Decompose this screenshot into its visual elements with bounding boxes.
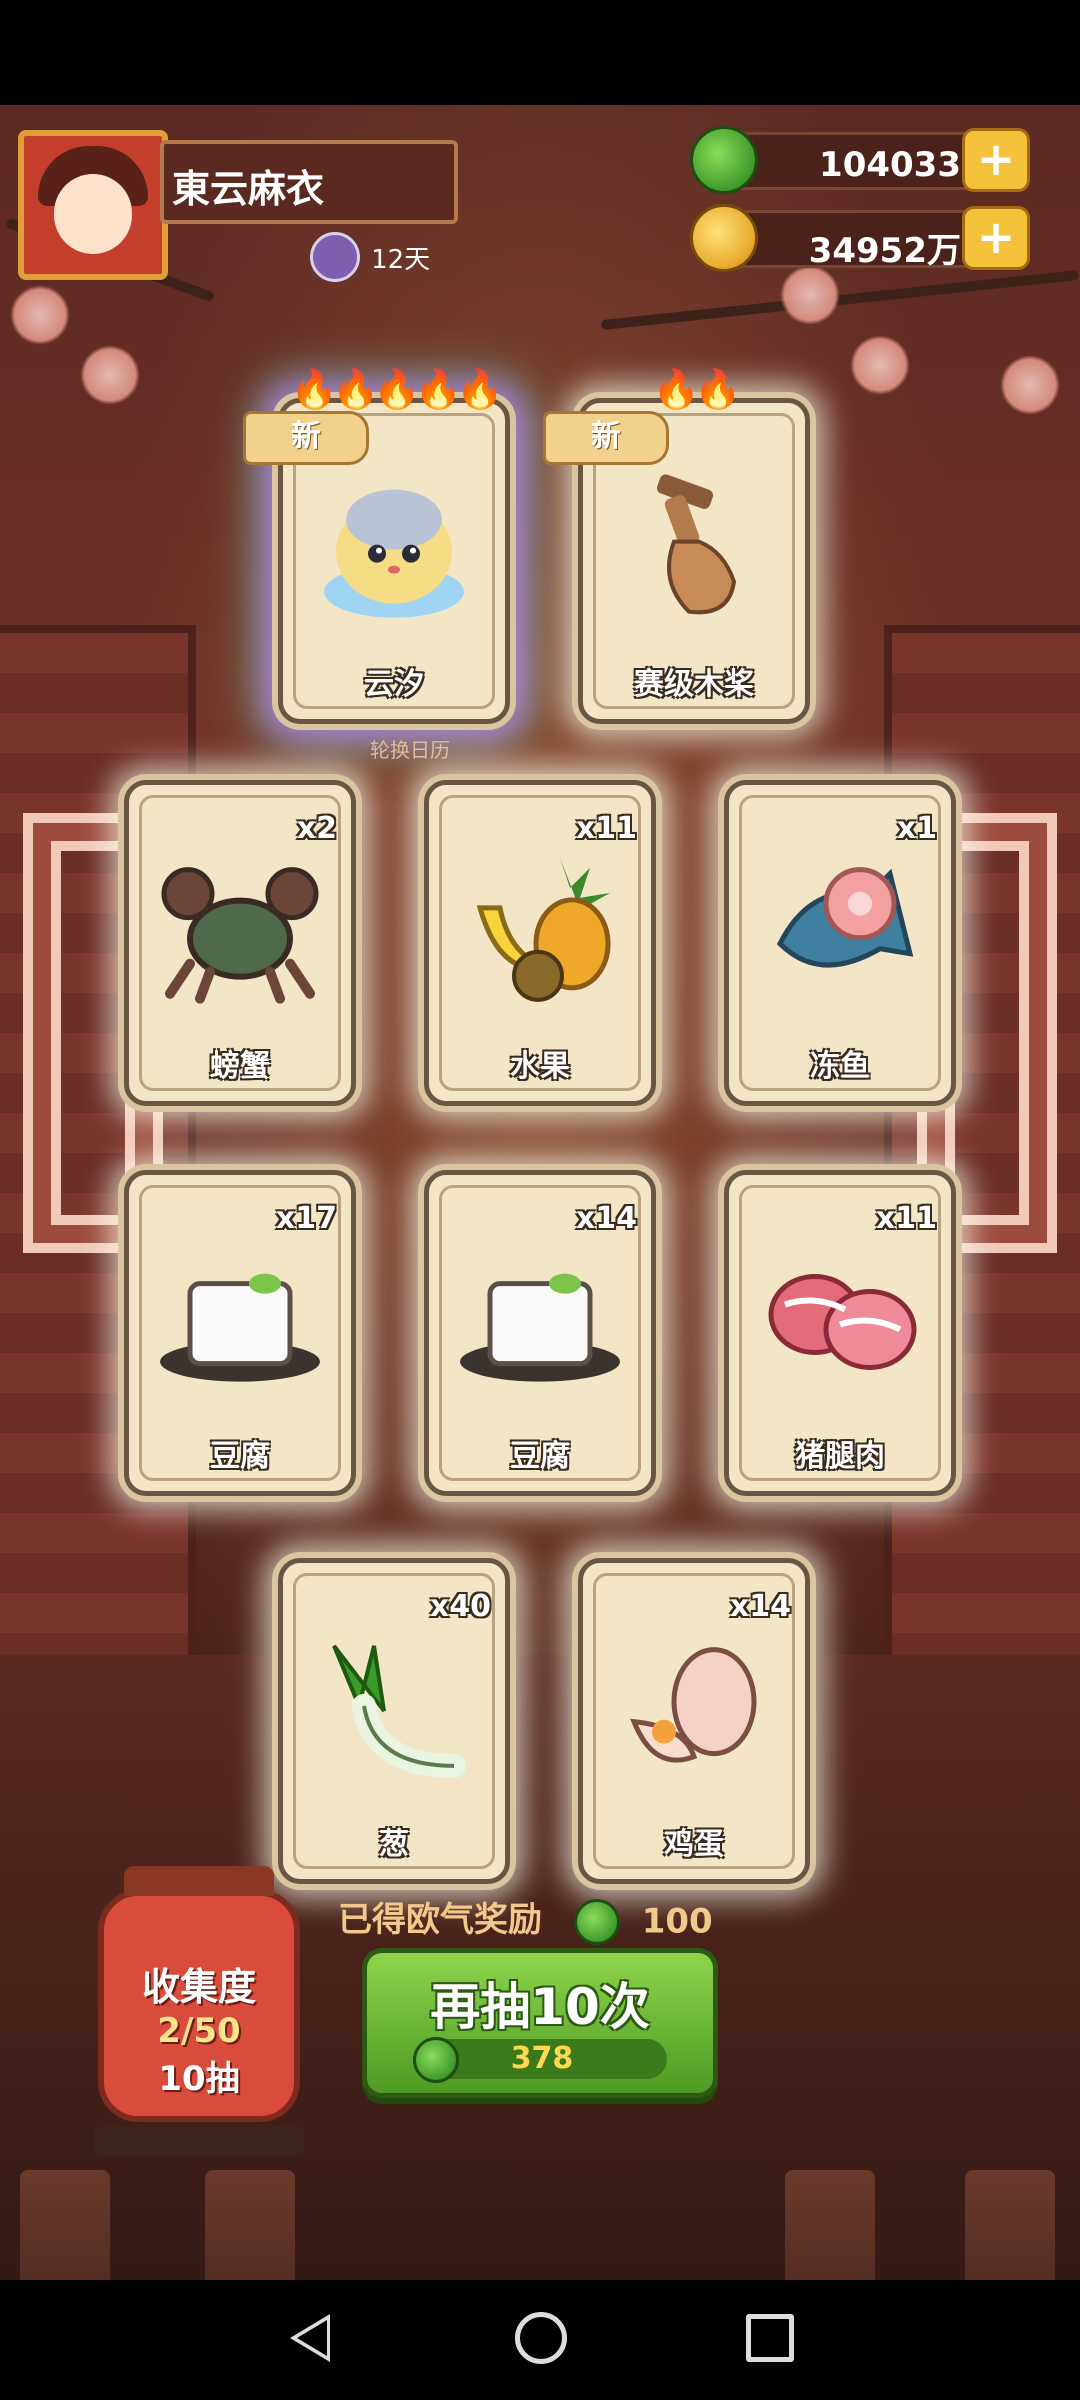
card-count: x1	[896, 811, 937, 846]
result-card-tofu-2[interactable]: x14 豆腐	[424, 1170, 656, 1496]
collection-pulls: 10抽	[158, 2059, 240, 2099]
jade-coin-icon	[690, 126, 758, 194]
collection-progress: 2/50	[157, 2011, 241, 2051]
home-icon[interactable]	[515, 2312, 567, 2364]
card-label: 云汐	[364, 667, 424, 702]
jade-amount: 104033	[819, 145, 961, 185]
pork-leg-icon	[755, 1249, 925, 1393]
draw-cost-value: 378	[510, 2041, 574, 2076]
luck-reward-info: 已得欧气奖励 100	[338, 1892, 713, 1945]
login-days: 12天	[310, 232, 430, 282]
gold-coin-icon	[690, 204, 758, 272]
player-avatar[interactable]	[18, 130, 168, 280]
result-card-featured-2[interactable]: 🔥🔥 新 赛级木桨	[543, 367, 810, 724]
card-label: 葱	[379, 1827, 409, 1862]
back-icon[interactable]	[290, 2314, 330, 2362]
card-count: x11	[875, 1201, 937, 1236]
card-count: x2	[296, 811, 337, 846]
result-card-scallion[interactable]: x40 葱	[278, 1558, 510, 1884]
draw-again-button[interactable]: 再抽10次 378	[362, 1948, 718, 2098]
recent-apps-icon[interactable]	[746, 2314, 794, 2362]
card-count: x14	[729, 1589, 791, 1624]
rotation-calendar-label: 轮换日历	[370, 738, 450, 762]
egg-icon	[614, 1632, 774, 1786]
reward-text: 已得欧气奖励	[338, 1900, 542, 1940]
tofu-icon	[455, 1244, 625, 1398]
card-label: 豆腐	[510, 1439, 570, 1474]
new-badge: 新	[243, 411, 369, 465]
card-label: 赛级木桨	[634, 667, 754, 702]
rarity-flames: 🔥🔥	[652, 367, 742, 411]
login-days-text: 12天	[371, 244, 431, 275]
gold-amount: 34952万	[808, 231, 961, 271]
collection-title: 收集度	[141, 1965, 256, 2009]
card-label: 螃蟹	[210, 1049, 270, 1084]
calendar-character-icon	[310, 232, 360, 282]
card-label: 豆腐	[210, 1439, 270, 1474]
card-count: x14	[575, 1201, 637, 1236]
reward-value: 100	[641, 1901, 713, 1942]
rarity-flames: 🔥🔥🔥🔥🔥	[290, 367, 504, 411]
card-count: x11	[575, 811, 637, 846]
result-card-crab[interactable]: x2 螃蟹	[124, 780, 356, 1106]
character-yunxi-icon	[319, 472, 469, 626]
new-badge: 新	[543, 411, 669, 465]
add-jade-button[interactable]: +	[962, 128, 1030, 192]
crab-icon	[160, 854, 320, 1008]
card-count: x17	[275, 1201, 337, 1236]
collection-progress-lantern[interactable]: 收集度 2/50 10抽	[94, 1866, 304, 2156]
draw-again-label: 再抽10次	[430, 1978, 650, 2036]
card-label: 冻鱼	[810, 1049, 870, 1084]
jade-currency: 104033 +	[690, 126, 1030, 194]
add-gold-button[interactable]: +	[962, 206, 1030, 270]
jade-coin-icon	[573, 1898, 620, 1945]
fruit-icon	[460, 848, 620, 1012]
card-label: 鸡蛋	[664, 1827, 724, 1862]
result-card-tofu-1[interactable]: x17 豆腐	[124, 1170, 356, 1496]
scallion-icon	[314, 1626, 474, 1790]
wooden-paddle-icon	[619, 472, 769, 626]
player-name-box: 東云麻衣	[160, 140, 458, 224]
card-label: 水果	[510, 1049, 570, 1084]
card-label: 猪腿肉	[795, 1439, 885, 1474]
draw-cost: 378	[413, 2037, 667, 2083]
result-card-frozen-fish[interactable]: x1 冻鱼	[724, 780, 956, 1106]
result-card-pork-leg[interactable]: x11 猪腿肉	[724, 1170, 956, 1496]
frozen-fish-icon	[760, 854, 920, 1008]
result-card-fruit[interactable]: x11 水果	[424, 780, 656, 1106]
system-navigation-bar	[0, 2280, 1080, 2400]
tofu-icon	[155, 1244, 325, 1398]
card-count: x40	[429, 1589, 491, 1624]
gold-currency: 34952万 +	[690, 204, 1030, 272]
result-card-egg[interactable]: x14 鸡蛋	[578, 1558, 810, 1884]
result-card-featured-1[interactable]: 🔥🔥🔥🔥🔥 新 云汐	[243, 367, 510, 724]
player-name: 東云麻衣	[172, 167, 325, 211]
